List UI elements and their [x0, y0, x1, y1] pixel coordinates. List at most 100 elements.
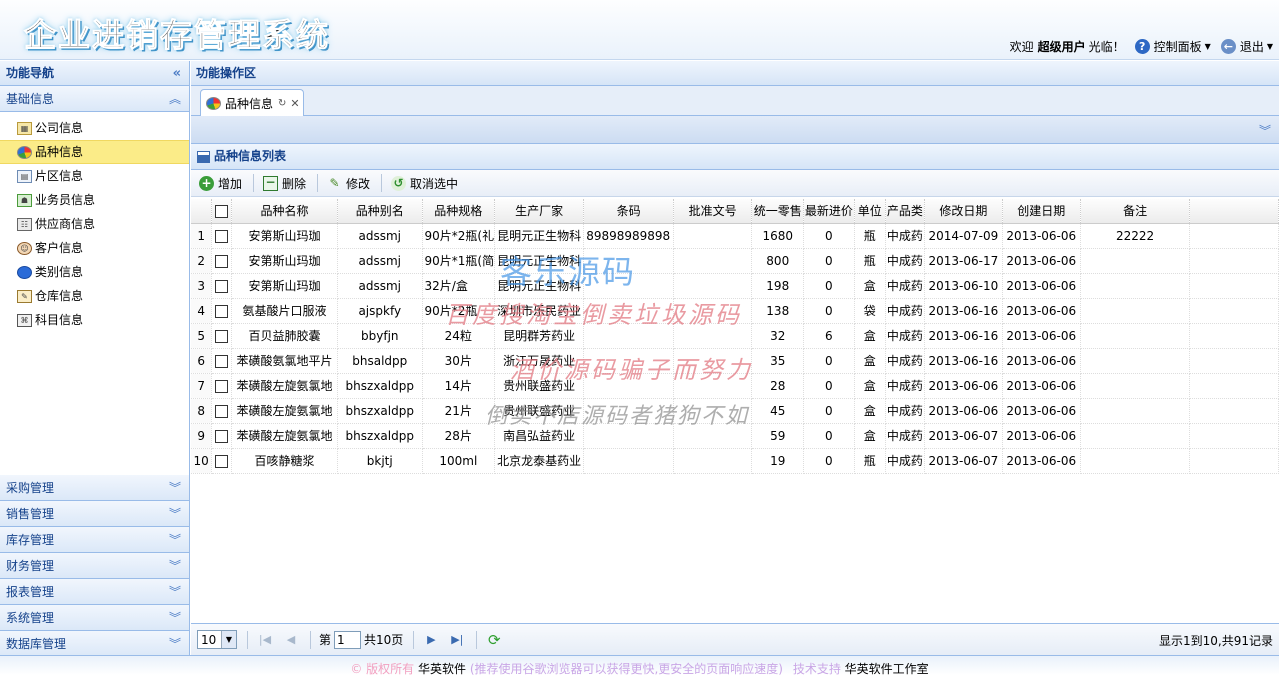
- table-row[interactable]: 4 氨基酸片口服液 ajspkfy 90片*2瓶 深圳市乐民药业 138 0 袋中成药 2013…: [191, 298, 1279, 324]
- column-header[interactable]: 修改日期: [924, 199, 1003, 224]
- delete-button[interactable]: − 删除: [261, 172, 308, 194]
- row-checkbox[interactable]: [211, 298, 232, 324]
- sidebar-item-company[interactable]: ▦ 公司信息: [0, 116, 189, 140]
- next-page-icon[interactable]: ▶: [422, 631, 440, 649]
- table-cell: [673, 323, 753, 349]
- close-icon[interactable]: ✕: [290, 97, 299, 110]
- row-checkbox[interactable]: [211, 248, 232, 274]
- table-cell: 百咳静糖浆: [231, 448, 339, 474]
- accordion-basic-info[interactable]: 基础信息 ︽: [0, 86, 189, 112]
- table-cell-filler: [1189, 273, 1279, 299]
- last-page-icon[interactable]: ▶|: [448, 631, 466, 649]
- expand-down-icon[interactable]: ︾: [169, 475, 181, 501]
- column-header[interactable]: 批准文号: [673, 199, 753, 224]
- column-header[interactable]: 条码: [583, 199, 674, 224]
- row-checkbox[interactable]: [211, 373, 232, 399]
- copyright-text: © 版权所有: [350, 662, 415, 676]
- row-checkbox[interactable]: [211, 323, 232, 349]
- accordion-reports[interactable]: 报表管理 ︾: [0, 579, 189, 605]
- table-cell: 百贝益肺胶囊: [231, 323, 339, 349]
- table-cell: [673, 423, 753, 449]
- column-header[interactable]: 统一零售: [751, 199, 805, 224]
- sidebar-item-region[interactable]: ▤ 片区信息: [0, 164, 189, 188]
- sidebar-item-salesman[interactable]: ☗ 业务员信息: [0, 188, 189, 212]
- sidebar-item-supplier[interactable]: ☷ 供应商信息: [0, 212, 189, 236]
- table-row[interactable]: 1 安第斯山玛珈 adssmj 90片*2瓶(礼 昆明元正生物科 89898989898 1…: [191, 223, 1279, 249]
- table-cell: 90片*2瓶(礼: [422, 223, 496, 249]
- table-cell: [673, 223, 753, 249]
- table-row[interactable]: 8 苯磺酸左旋氨氯地 bhszxaldpp 21片 贵州联盛药业 45 0 盒中成药 2013-…: [191, 398, 1279, 424]
- expand-down-icon[interactable]: ︾: [169, 579, 181, 605]
- accordion-inventory[interactable]: 库存管理 ︾: [0, 527, 189, 553]
- table-row[interactable]: 2 安第斯山玛珈 adssmj 90片*1瓶(简 昆明元正生物科 800 0 瓶中成药 2013…: [191, 248, 1279, 274]
- sidebar-item-category[interactable]: 类别信息: [0, 260, 189, 284]
- expand-down-icon[interactable]: ︾: [169, 501, 181, 527]
- expand-down-icon[interactable]: ︾: [169, 605, 181, 631]
- collapse-up-icon[interactable]: ︽: [169, 86, 181, 112]
- refresh-icon[interactable]: ↻: [278, 98, 286, 109]
- checkbox-icon: [215, 404, 229, 418]
- accordion-database[interactable]: 数据库管理 ︾: [0, 631, 189, 657]
- first-page-icon[interactable]: |◀: [256, 631, 274, 649]
- table-cell: 北京龙泰基药业: [494, 448, 585, 474]
- column-header[interactable]: 生产厂家: [494, 199, 585, 224]
- collapse-left-icon[interactable]: «: [173, 61, 181, 86]
- page-size-select[interactable]: 10 ▼: [197, 630, 237, 649]
- add-button[interactable]: + 增加: [197, 172, 244, 194]
- app-logo: 企业进销存管理系统: [23, 16, 331, 55]
- pie-chart-icon: [206, 96, 221, 110]
- table-cell: 800: [751, 248, 805, 274]
- column-header[interactable]: 品种别名: [337, 199, 423, 224]
- control-panel-button[interactable]: ? 控制面板 ▼: [1134, 38, 1211, 55]
- column-header[interactable]: 最新进价: [803, 199, 855, 224]
- row-checkbox[interactable]: [211, 273, 232, 299]
- accordion-system[interactable]: 系统管理 ︾: [0, 605, 189, 631]
- row-checkbox[interactable]: [211, 223, 232, 249]
- table-cell: adssmj: [337, 273, 423, 299]
- sidebar-item-subject[interactable]: ⌘ 科目信息: [0, 308, 189, 332]
- page-number-input[interactable]: 1: [334, 630, 362, 649]
- column-header[interactable]: 创建日期: [1002, 199, 1081, 224]
- expand-down-icon[interactable]: ︾: [1259, 122, 1271, 139]
- table-row[interactable]: 7 苯磺酸左旋氨氯地 bhszxaldpp 14片 贵州联盛药业 28 0 盒中成药 2013-…: [191, 373, 1279, 399]
- expand-down-icon[interactable]: ︾: [169, 527, 181, 553]
- table-cell-filler: [1189, 223, 1279, 249]
- row-checkbox[interactable]: [211, 348, 232, 374]
- refresh-icon[interactable]: ⟳: [485, 631, 503, 649]
- row-checkbox[interactable]: [211, 398, 232, 424]
- sidebar-item-product[interactable]: 品种信息: [0, 140, 189, 164]
- column-header[interactable]: 产品类: [885, 199, 925, 224]
- sidebar-title-text: 功能导航: [6, 66, 55, 80]
- row-number: 10: [191, 448, 213, 474]
- pager-divider: [413, 630, 415, 649]
- table-row[interactable]: 5 百贝益肺胶囊 bbyfjn 24粒 昆明群芳药业 32 6 盒中成药 2013-06-16 2…: [191, 323, 1279, 349]
- accordion-purchase[interactable]: 采购管理 ︾: [0, 475, 189, 501]
- table-row[interactable]: 6 苯磺酸氨氯地平片 bhsaldpp 30片 浙江万晟药业 35 0 盒中成药 2013-06…: [191, 348, 1279, 374]
- column-header[interactable]: 品种名称: [231, 199, 339, 224]
- logout-button[interactable]: ← 退出 ▼: [1220, 38, 1273, 55]
- table-cell-filler: [1189, 248, 1279, 274]
- table-cell: 35: [751, 348, 805, 374]
- select-all-checkbox[interactable]: [211, 199, 232, 224]
- row-checkbox[interactable]: [211, 423, 232, 449]
- prev-page-icon[interactable]: ◀: [282, 631, 300, 649]
- table-row[interactable]: 10 百咳静糖浆 bkjtj 100ml 北京龙泰基药业 19 0 瓶中成药 2013-06-0…: [191, 448, 1279, 474]
- column-header[interactable]: 单位: [854, 199, 886, 224]
- column-header[interactable]: 品种规格: [422, 199, 496, 224]
- sidebar-item-warehouse[interactable]: ✎ 仓库信息: [0, 284, 189, 308]
- table-row[interactable]: 9 苯磺酸左旋氨氯地 bhszxaldpp 28片 南昌弘益药业 59 0 盒中成药 2013-…: [191, 423, 1279, 449]
- expand-down-icon[interactable]: ︾: [169, 631, 181, 657]
- deselect-button[interactable]: ↺ 取消选中: [389, 172, 460, 194]
- table-cell: 昆明元正生物科: [494, 223, 585, 249]
- column-header[interactable]: 备注: [1080, 199, 1191, 224]
- sidebar-item-customer[interactable]: ☺ 客户信息: [0, 236, 189, 260]
- row-checkbox[interactable]: [211, 448, 232, 474]
- table-cell: 45: [751, 398, 805, 424]
- accordion-sales[interactable]: 销售管理 ︾: [0, 501, 189, 527]
- expand-down-icon[interactable]: ︾: [169, 553, 181, 579]
- accordion-finance[interactable]: 财务管理 ︾: [0, 553, 189, 579]
- edit-button[interactable]: ✎ 修改: [325, 172, 372, 194]
- tab-product-info[interactable]: 品种信息 ↻ ✕: [200, 89, 304, 116]
- chevron-down-icon: ▼: [221, 631, 236, 648]
- table-row[interactable]: 3 安第斯山玛珈 adssmj 32片/盒 昆明元正生物科 198 0 盒中成药 2013-06…: [191, 273, 1279, 299]
